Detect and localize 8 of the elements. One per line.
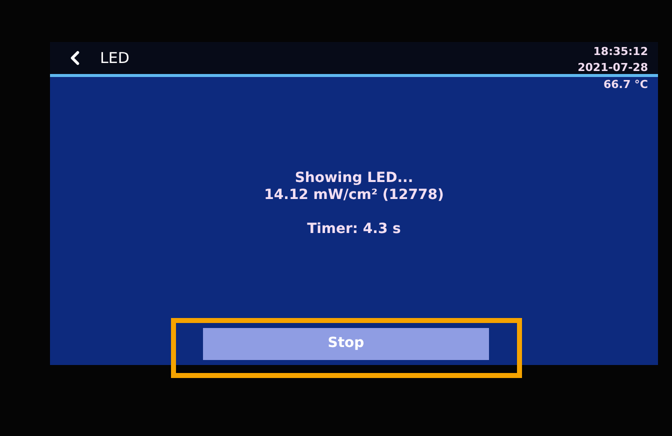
temperature-reading: 66.7 °C [603, 77, 648, 93]
power-reading: 14.12 mW/cm² (12778) [264, 186, 444, 204]
date-text: 2021-07-28 [578, 60, 648, 76]
screen-title: LED [100, 48, 130, 69]
clock-time: 18:35:12 [593, 44, 648, 60]
timer-text: Timer: 4.3 s [307, 220, 401, 238]
status-message: Showing LED... [294, 170, 414, 186]
stop-button[interactable]: Stop [203, 328, 489, 360]
